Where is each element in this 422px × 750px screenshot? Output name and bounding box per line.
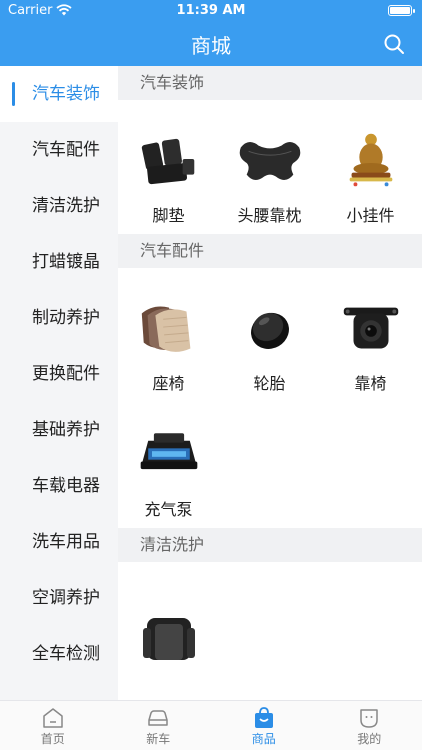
- profile-icon: [360, 709, 378, 728]
- sidebar-item-label: 空调养护: [32, 588, 100, 608]
- tab-bar: 首页 新车 商品 我的: [0, 700, 422, 750]
- shopping-bag-icon: [254, 707, 273, 728]
- product-tile-floor-mat[interactable]: 脚垫: [118, 100, 219, 226]
- air-pump-image: [140, 433, 197, 470]
- head-pillow-image: [239, 141, 300, 181]
- section-header: 汽车装饰: [118, 66, 422, 100]
- tab-label: 新车: [146, 732, 171, 746]
- sidebar-item-inspection[interactable]: 全车检测: [0, 626, 118, 682]
- phone-mount-image: [250, 312, 289, 349]
- product-label: 充气泵: [144, 500, 193, 519]
- tab-new-car[interactable]: 新车: [106, 701, 212, 750]
- home-icon: [43, 708, 63, 728]
- sidebar-item-label: 汽车装饰: [32, 84, 100, 104]
- product-label: 轮胎: [253, 374, 286, 393]
- product-tile-ornament[interactable]: 小挂件: [320, 100, 421, 226]
- app-root: Carrier 11:39 AM 商城 汽车装饰 汽车配件 清洁洗护 打蜡镀晶 …: [0, 0, 422, 750]
- car-icon: [148, 710, 168, 726]
- product-tile-partial[interactable]: [118, 562, 219, 688]
- product-label: 头腰靠枕: [237, 206, 302, 225]
- sidebar-item-label: 全车检测: [32, 644, 100, 664]
- product-tile-air-pump[interactable]: 充气泵: [118, 394, 219, 520]
- page-title: 商城: [191, 34, 231, 58]
- seat-cover-image: [142, 618, 195, 660]
- tab-label: 首页: [40, 732, 65, 746]
- sidebar-item-parts[interactable]: 汽车配件: [0, 122, 118, 178]
- sidebar-item-label: 车载电器: [32, 476, 100, 496]
- tab-products[interactable]: 商品: [211, 701, 317, 750]
- tab-home[interactable]: 首页: [0, 701, 106, 750]
- sidebar-item-cleaning[interactable]: 清洁洗护: [0, 178, 118, 234]
- product-label: 靠椅: [354, 374, 387, 393]
- product-grid: 座椅 轮胎 靠椅 充气泵: [118, 268, 422, 528]
- product-label: 脚垫: [152, 206, 185, 225]
- sidebar-item-label: 洗车用品: [32, 532, 100, 552]
- sidebar-item-label: 打蜡镀晶: [32, 252, 100, 272]
- camera-image: [343, 307, 398, 349]
- sidebar-item-electronics[interactable]: 车载电器: [0, 458, 118, 514]
- sidebar-item-ac-care[interactable]: 空调养护: [0, 570, 118, 626]
- status-bar: Carrier 11:39 AM: [0, 0, 422, 22]
- tab-label: 我的: [357, 732, 382, 746]
- product-tile-backrest[interactable]: 靠椅: [320, 268, 421, 394]
- sidebar-item-label: 基础养护: [32, 420, 100, 440]
- floor-mat-image: [141, 138, 194, 185]
- ornament-image: [349, 133, 392, 187]
- sidebar-item-brake-care[interactable]: 制动养护: [0, 290, 118, 346]
- section-header: 清洁洗护: [118, 528, 422, 562]
- sidebar-item-wash-supplies[interactable]: 洗车用品: [0, 514, 118, 570]
- search-icon[interactable]: [382, 32, 406, 56]
- product-tile-seat[interactable]: 座椅: [118, 268, 219, 394]
- sidebar-item-label: 汽车配件: [32, 140, 100, 160]
- product-label: 座椅: [152, 374, 185, 393]
- status-time: 11:39 AM: [176, 3, 246, 18]
- product-label: 小挂件: [346, 206, 395, 225]
- sidebar-item-label: 清洁洗护: [32, 196, 100, 216]
- category-sidebar: 汽车装饰 汽车配件 清洁洗护 打蜡镀晶 制动养护 更换配件 基础养护 车载电器 …: [0, 66, 118, 700]
- sidebar-item-waxing[interactable]: 打蜡镀晶: [0, 234, 118, 290]
- sidebar-item-replacement[interactable]: 更换配件: [0, 346, 118, 402]
- battery-icon: [388, 5, 415, 16]
- sidebar-item-decoration[interactable]: 汽车装饰: [0, 66, 118, 122]
- header-bar: Carrier 11:39 AM 商城: [0, 0, 422, 66]
- seat-cushion-image: [141, 306, 190, 352]
- tab-label: 商品: [251, 732, 276, 746]
- sidebar-item-label: 更换配件: [32, 364, 100, 384]
- product-tile-tire[interactable]: 轮胎: [219, 268, 320, 394]
- product-tile-head-pillow[interactable]: 头腰靠枕: [219, 100, 320, 226]
- section-header: 汽车配件: [118, 234, 422, 268]
- product-grid: 脚垫 头腰靠枕 小挂件: [118, 100, 422, 234]
- sidebar-item-label: 制动养护: [32, 308, 100, 328]
- product-content: 汽车装饰 脚垫 头腰靠枕 小挂件 汽车配件 座椅 轮胎 靠椅 充气泵 清洁洗护: [118, 66, 422, 700]
- sidebar-item-basic-care[interactable]: 基础养护: [0, 402, 118, 458]
- product-grid: [118, 562, 422, 696]
- tab-profile[interactable]: 我的: [317, 701, 422, 750]
